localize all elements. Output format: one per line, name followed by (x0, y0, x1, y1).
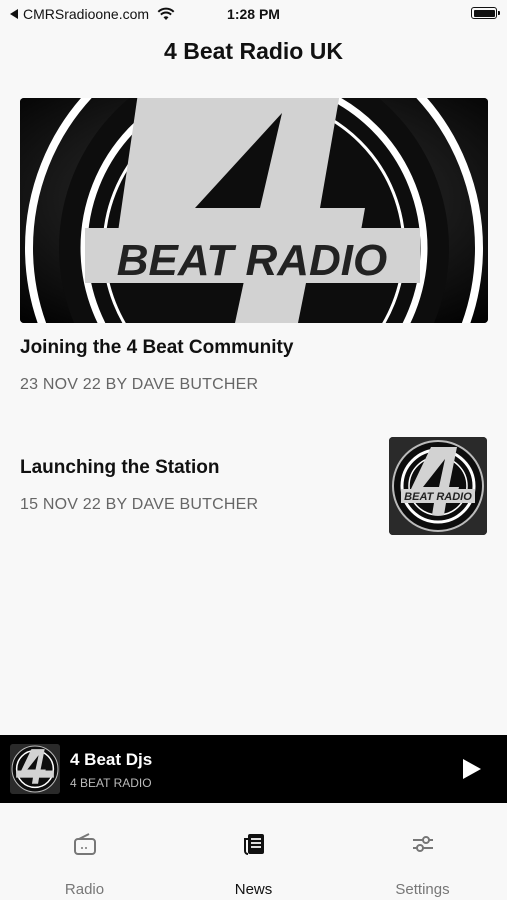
play-icon[interactable] (459, 757, 483, 781)
article-hero-image[interactable]: BEAT RADIO (20, 98, 488, 323)
logo-image: BEAT RADIO (20, 98, 488, 323)
tab-label: Settings (395, 881, 450, 898)
tab-bar: Radio News Settings (0, 803, 507, 900)
tab-news[interactable]: News (169, 803, 338, 900)
sliders-icon (413, 836, 433, 852)
thumb-logo-text: BEAT RADIO (404, 491, 472, 503)
now-playing-title: 4 Beat Djs (70, 750, 153, 769)
logo-image: BEAT RADIO (389, 437, 487, 535)
page-title: 4 Beat Radio UK (164, 38, 343, 64)
battery-icon (471, 7, 500, 19)
tab-label: Radio (64, 881, 105, 898)
tab-label: News (234, 881, 273, 898)
article-title[interactable]: Joining the 4 Beat Community (20, 337, 293, 359)
clock: 1:28 PM (227, 6, 280, 22)
article-meta: 23 NOV 22 BY DAVE BUTCHER (20, 376, 259, 393)
now-playing-artwork (10, 744, 60, 794)
article-title[interactable]: Launching the Station (20, 457, 220, 479)
radio-icon (74, 833, 96, 855)
mini-player[interactable]: 4 Beat Djs 4 BEAT RADIO (0, 735, 507, 803)
article-meta: 15 NOV 22 BY DAVE BUTCHER (20, 496, 259, 513)
hero-logo-text: BEAT RADIO (117, 236, 388, 285)
article-thumbnail[interactable]: BEAT RADIO (389, 437, 487, 535)
now-playing-subtitle: 4 BEAT RADIO (70, 776, 152, 790)
tab-settings[interactable]: Settings (338, 803, 507, 900)
news-icon (244, 834, 264, 855)
tab-radio[interactable]: Radio (0, 803, 169, 900)
status-bar: CMRSradioone.com 1:28 PM (0, 0, 507, 28)
